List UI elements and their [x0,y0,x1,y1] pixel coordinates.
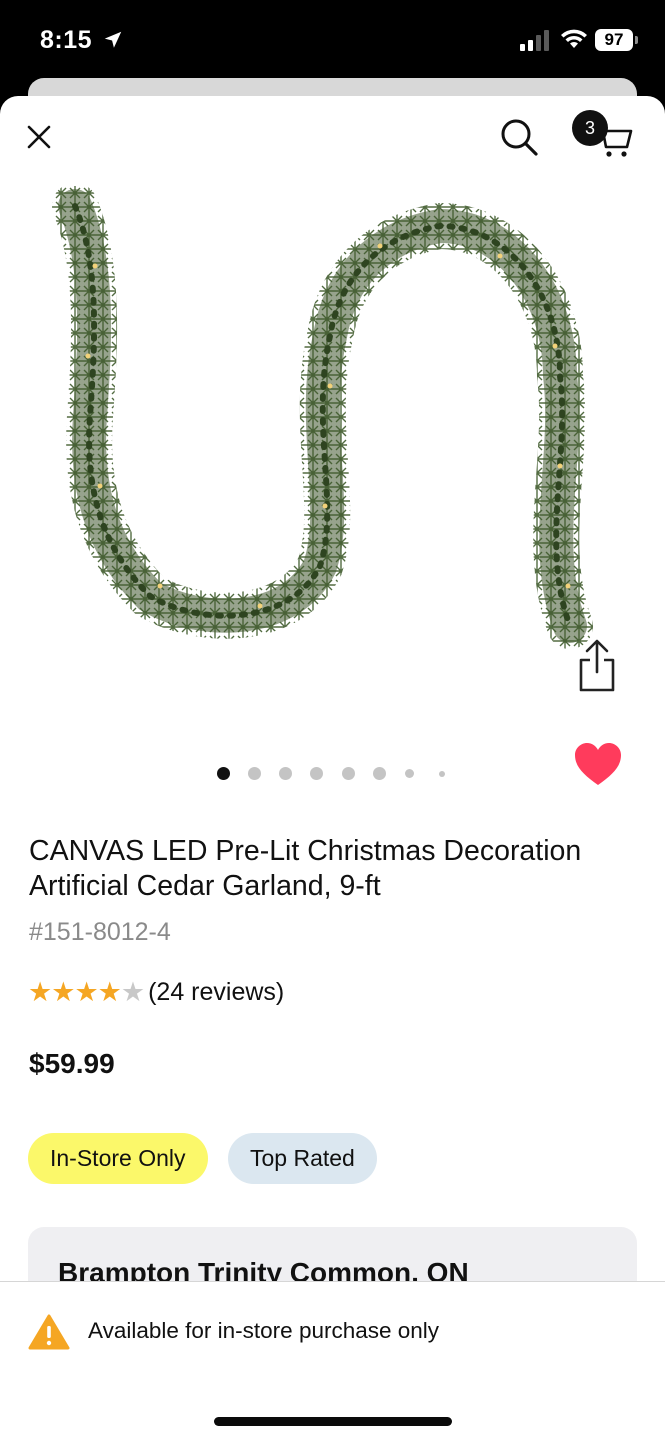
location-arrow-icon [104,31,122,48]
reviews-link[interactable]: (24 reviews) [148,978,284,1007]
star-empty-icon: ★ [120,977,146,1007]
top-rated-badge: Top Rated [228,1133,377,1184]
status-time: 8:15 [40,26,93,54]
favorite-heart-icon[interactable] [572,740,624,788]
rating-row[interactable]: ★ ★ ★ ★ ★ (24 reviews) [28,976,284,1008]
availability-panel: Available for in-store purchase only [0,1281,665,1440]
star-icon: ★ [28,977,53,1007]
share-icon[interactable] [574,638,620,694]
star-icon: ★ [74,977,99,1007]
cart-count-badge: 3 [572,110,608,146]
product-title: CANVAS LED Pre-Lit Christmas Decoration … [29,835,582,902]
close-icon[interactable] [22,120,56,154]
warning-icon [28,1314,70,1350]
battery-level: 97 [595,29,633,51]
pagination-dot[interactable] [279,767,292,780]
pagination-dot[interactable] [342,767,355,780]
product-price: $59.99 [29,1048,115,1079]
in-store-only-badge: In-Store Only [28,1133,208,1184]
star-icon: ★ [51,977,76,1007]
search-icon[interactable] [498,116,540,158]
battery-icon: 97 [595,29,639,53]
product-image[interactable] [40,186,630,676]
product-sheet: 3 CANVAS LED Pre-Lit Christmas Decoratio… [0,96,665,1440]
pagination-dot[interactable] [310,767,323,780]
cart-button[interactable]: 3 [572,110,636,160]
wifi-icon [561,29,587,48]
pagination-dot-active[interactable] [217,767,230,780]
home-indicator [214,1417,452,1426]
pagination-dot[interactable] [248,767,261,780]
cellular-signal-icon [520,30,549,51]
star-icon: ★ [97,977,122,1007]
pagination-dot[interactable] [405,769,414,778]
pagination-dot[interactable] [439,771,445,777]
availability-message: Available for in-store purchase only [88,1318,440,1343]
product-sku: #151-8012-4 [29,918,171,946]
pagination-dot[interactable] [373,767,386,780]
status-bar: 8:15 97 [0,0,665,80]
